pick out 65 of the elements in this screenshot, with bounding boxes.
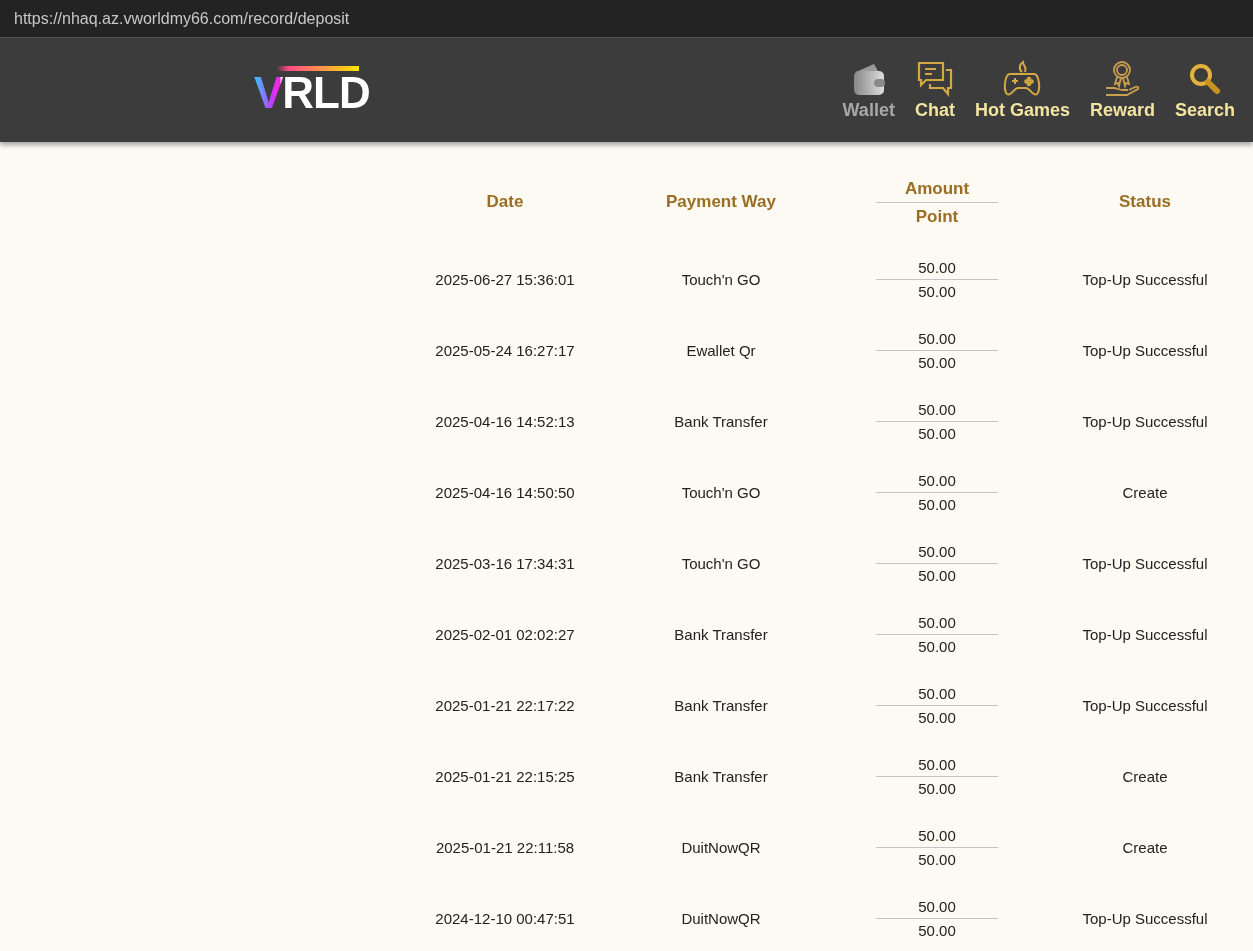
- column-header: Point: [914, 205, 960, 228]
- status-cell-text: Top-Up Successful: [1081, 910, 1209, 927]
- date-cell-text: 2025-03-16 17:34:31: [434, 555, 576, 572]
- status-cell-text: Top-Up Successful: [1081, 342, 1209, 359]
- date-cell-text: 2024-12-10 00:47:51: [434, 910, 576, 927]
- payment-way-cell-text: DuitNowQR: [680, 839, 762, 856]
- point-cell-text: 50.00: [917, 424, 957, 444]
- date-cell-text: 2025-05-24 16:27:17: [434, 342, 576, 359]
- payment-way-cell-text: Touch'n GO: [680, 555, 762, 572]
- column-header: Date: [485, 192, 525, 212]
- point-cell-text: 50.00: [917, 637, 957, 657]
- point-cell-text: 50.00: [917, 353, 957, 373]
- date-cell-text: 2025-02-01 02:02:27: [434, 626, 576, 643]
- payment-way-cell-text: Bank Transfer: [673, 626, 769, 643]
- nav-item[interactable]: Search: [1174, 59, 1235, 121]
- amount-cell: 50.00: [876, 256, 998, 280]
- date-cell-text: 2025-01-21 22:11:58: [434, 839, 576, 856]
- payment-way-cell-text: Bank Transfer: [673, 697, 769, 714]
- chat-icon: [915, 59, 954, 98]
- amount-cell: 50.00: [876, 540, 998, 564]
- point-cell-text: 50.00: [917, 850, 957, 870]
- amount-cell: 50.00: [876, 611, 998, 635]
- status-cell-text: Top-Up Successful: [1081, 626, 1209, 643]
- date-cell-text: 2025-01-21 22:15:25: [434, 768, 576, 785]
- status-cell-text: Top-Up Successful: [1081, 697, 1209, 714]
- amount-cell: 50.00: [876, 469, 998, 493]
- point-cell-text: 50.00: [917, 566, 957, 586]
- column-header: Amount: [876, 174, 998, 203]
- payment-way-cell-text: Ewallet Qr: [685, 342, 757, 359]
- browser-address-bar[interactable]: https://nhaq.az.vworldmy66.com/record/deposit: [0, 0, 1253, 38]
- nav-item[interactable]: Hot Games: [974, 59, 1070, 121]
- amount-cell: 50.00: [876, 327, 998, 351]
- medal-in-hand-icon: [1103, 59, 1142, 98]
- nav-item[interactable]: Chat: [914, 59, 955, 121]
- date-cell-text: 2025-04-16 14:52:13: [434, 413, 576, 430]
- point-cell-text: 50.00: [917, 282, 957, 302]
- nav-item[interactable]: Wallet: [842, 59, 895, 121]
- payment-way-cell-text: Bank Transfer: [673, 768, 769, 785]
- payment-way-cell-text: DuitNowQR: [680, 910, 762, 927]
- date-cell-text: 2025-04-16 14:50:50: [434, 484, 576, 501]
- amount-cell: 50.00: [876, 398, 998, 422]
- date-cell-text: 2025-01-21 22:17:22: [434, 697, 576, 714]
- status-cell-text: Top-Up Successful: [1081, 413, 1209, 430]
- payment-way-cell-text: Touch'n GO: [680, 271, 762, 288]
- amount-cell: 50.00: [876, 753, 998, 777]
- status-cell-text: Top-Up Successful: [1081, 555, 1209, 572]
- status-cell-text: Create: [1121, 768, 1169, 785]
- column-header: Status: [1118, 192, 1172, 212]
- point-cell-text: 50.00: [917, 779, 957, 799]
- status-cell-text: Create: [1121, 484, 1169, 501]
- status-cell-text: Top-Up Successful: [1081, 271, 1209, 288]
- column-header: Payment Way: [665, 192, 777, 212]
- date-cell-text: 2025-06-27 15:36:01: [434, 271, 576, 288]
- point-cell-text: 50.00: [917, 495, 957, 515]
- gamepad-icon: [1002, 59, 1043, 98]
- payment-way-cell-text: Bank Transfer: [673, 413, 769, 430]
- amount-cell: 50.00: [876, 895, 998, 919]
- point-cell-text: 50.00: [917, 921, 957, 941]
- payment-way-cell-text: Touch'n GO: [680, 484, 762, 501]
- amount-cell: 50.00: [876, 824, 998, 848]
- url-text: https://nhaq.az.vworldmy66.com/record/deposit: [14, 9, 350, 28]
- nav-item[interactable]: Reward: [1089, 59, 1155, 121]
- point-cell-text: 50.00: [917, 708, 957, 728]
- status-cell-text: Create: [1121, 839, 1169, 856]
- amount-cell: 50.00: [876, 682, 998, 706]
